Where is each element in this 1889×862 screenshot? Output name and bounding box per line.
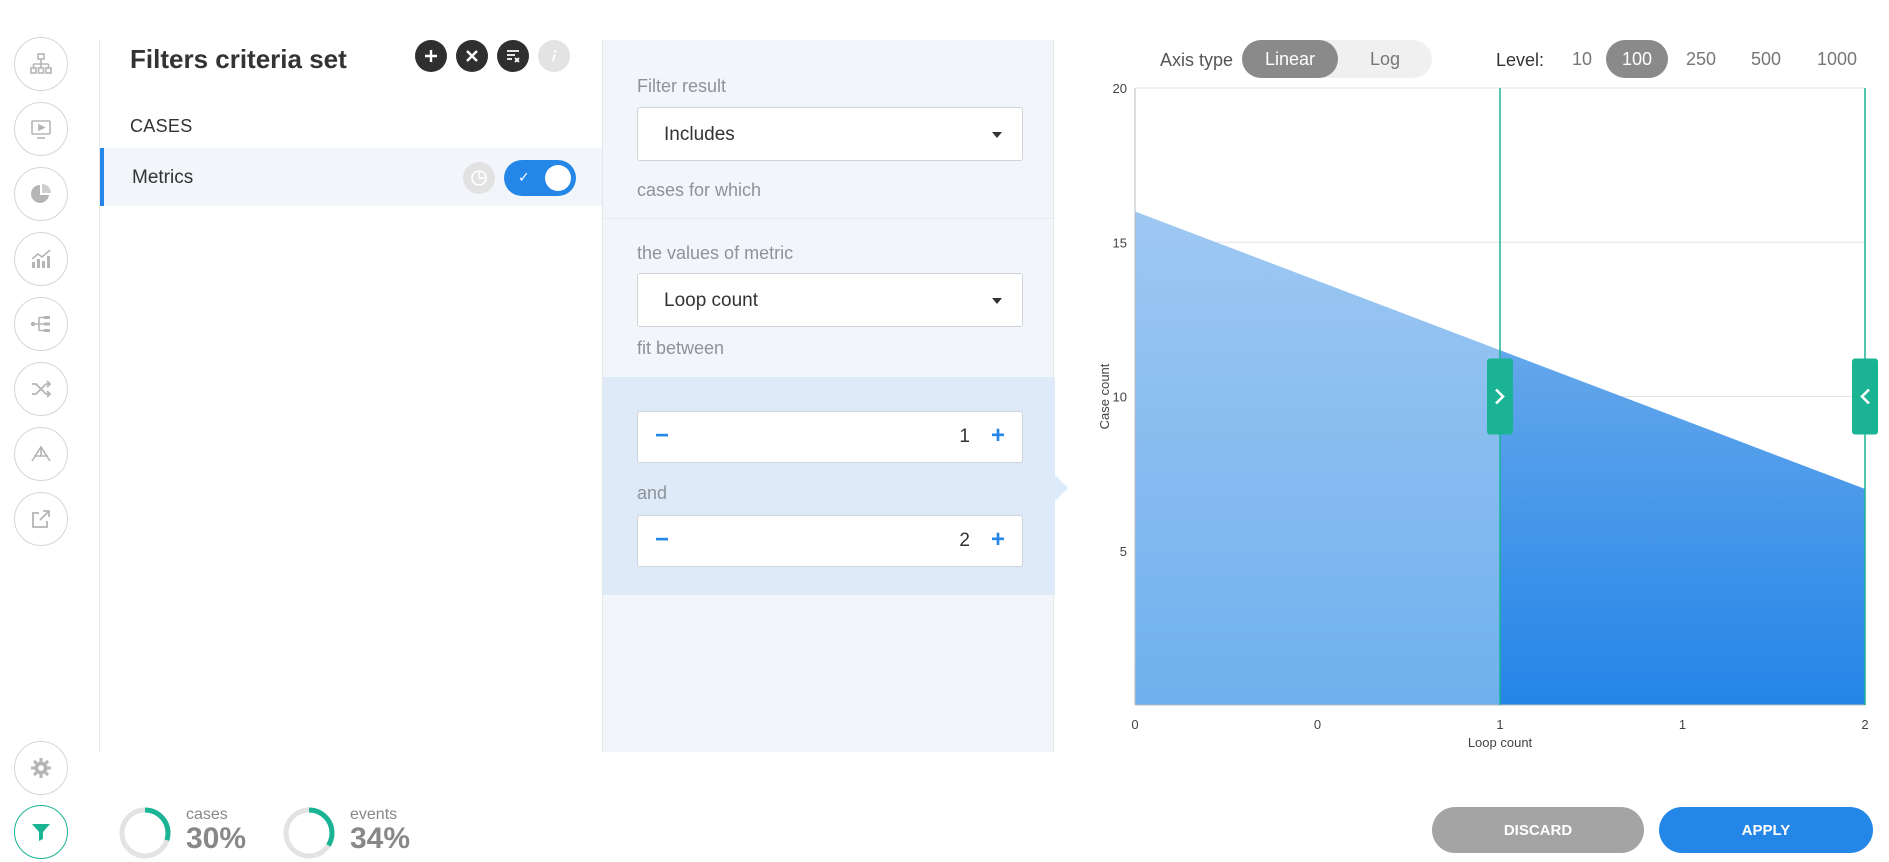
- filter-result-value: Includes: [664, 124, 735, 145]
- discard-button[interactable]: DISCARD: [1432, 807, 1644, 853]
- variants-icon[interactable]: [14, 297, 68, 351]
- metric-label: the values of metric: [637, 243, 794, 263]
- pie-chart-icon[interactable]: [14, 167, 68, 221]
- range-block: − 1 + and − 2 +: [603, 377, 1055, 595]
- and-label: and: [637, 483, 668, 503]
- level-label: Level:: [1496, 50, 1545, 70]
- loop-count-chart: 5 10 15 20 0 0 1 1 2 Loop count Case count: [1097, 81, 1878, 750]
- min-value-stepper[interactable]: − 1 +: [637, 411, 1023, 463]
- metric-value: Loop count: [664, 290, 759, 311]
- filter-result-label: Filter result: [637, 76, 727, 96]
- dashboard-icon[interactable]: [14, 102, 68, 156]
- selected-range-area: [1500, 350, 1865, 705]
- increment-button[interactable]: +: [988, 526, 1008, 554]
- axis-log-button[interactable]: Log: [1338, 40, 1432, 78]
- process-map-icon[interactable]: [14, 37, 68, 91]
- y-tick-label: 15: [1113, 235, 1127, 250]
- level-option-250[interactable]: 250: [1674, 40, 1728, 78]
- level-option-1000[interactable]: 1000: [1804, 40, 1870, 78]
- shuffle-icon[interactable]: [14, 362, 68, 416]
- add-filter-button[interactable]: [415, 40, 447, 72]
- filter-item-label: Metrics: [132, 167, 194, 188]
- apply-button[interactable]: APPLY: [1659, 807, 1873, 853]
- filter-icon[interactable]: [14, 805, 68, 859]
- x-tick-label: 2: [1861, 717, 1868, 732]
- chevron-down-icon: [992, 298, 1002, 304]
- max-value[interactable]: 2: [959, 530, 970, 552]
- divider: [603, 218, 1055, 219]
- cases-gauge-value: 30%: [186, 822, 247, 855]
- increment-button[interactable]: +: [988, 422, 1008, 450]
- left-nav-rail: [0, 0, 80, 862]
- range-start-handle-body: [1487, 358, 1513, 435]
- events-gauge-value: 34%: [350, 822, 411, 855]
- level-option-10[interactable]: 10: [1564, 40, 1600, 78]
- filter-item-metrics[interactable]: Metrics ✓: [100, 148, 603, 206]
- filters-panel: Filters criteria set CASES Metrics ✓: [99, 40, 603, 752]
- y-tick-label: 20: [1113, 81, 1127, 96]
- info-icon[interactable]: [538, 40, 570, 72]
- statistics-icon[interactable]: [14, 232, 68, 286]
- fit-between-label: fit between: [637, 338, 725, 358]
- axis-linear-button[interactable]: Linear: [1242, 40, 1338, 78]
- events-gauge: [283, 807, 335, 859]
- mini-pie-icon[interactable]: [463, 162, 495, 194]
- remove-filter-button[interactable]: [456, 40, 488, 72]
- x-tick-label: 1: [1679, 717, 1686, 732]
- axis-type-label: Axis type: [1160, 50, 1234, 70]
- criteria-settings-panel: Filter result Includes cases for which t…: [602, 40, 1055, 752]
- y-axis-label: Case count: [1097, 363, 1112, 429]
- level-option-500[interactable]: 500: [1739, 40, 1793, 78]
- range-end-handle-body: [1852, 358, 1878, 435]
- x-tick-label: 0: [1314, 717, 1321, 732]
- check-icon: ✓: [518, 169, 530, 185]
- toggle-knob: [545, 165, 571, 191]
- range-end-handle[interactable]: [1852, 358, 1878, 435]
- decrement-button[interactable]: −: [652, 526, 672, 554]
- max-value-stepper[interactable]: − 2 +: [637, 515, 1023, 567]
- y-tick-label: 5: [1120, 544, 1127, 559]
- panel-pointer: [1054, 474, 1068, 502]
- gear-icon[interactable]: [14, 741, 68, 795]
- x-tick-label: 0: [1131, 717, 1138, 732]
- level-option-100[interactable]: 100: [1606, 40, 1668, 78]
- clear-filters-button[interactable]: [497, 40, 529, 72]
- min-value[interactable]: 1: [959, 426, 970, 448]
- export-icon[interactable]: [14, 492, 68, 546]
- decrement-button[interactable]: −: [652, 422, 672, 450]
- cases-for-which-label: cases for which: [637, 180, 762, 200]
- metric-select[interactable]: Loop count: [637, 273, 1023, 327]
- cases-section-label: CASES: [130, 116, 193, 136]
- filter-enable-toggle[interactable]: ✓: [504, 160, 576, 196]
- panel-title: Filters criteria set: [130, 44, 347, 74]
- axis-type-toggle: Linear Log: [1242, 40, 1432, 78]
- x-axis-label: Loop count: [1468, 735, 1533, 750]
- chevron-down-icon: [992, 132, 1002, 138]
- y-tick-label: 10: [1113, 390, 1127, 405]
- x-tick-label: 1: [1496, 717, 1503, 732]
- cases-gauge: [119, 807, 171, 859]
- filter-result-select[interactable]: Includes: [637, 107, 1023, 161]
- range-start-handle[interactable]: [1487, 358, 1513, 435]
- social-network-icon[interactable]: [14, 427, 68, 481]
